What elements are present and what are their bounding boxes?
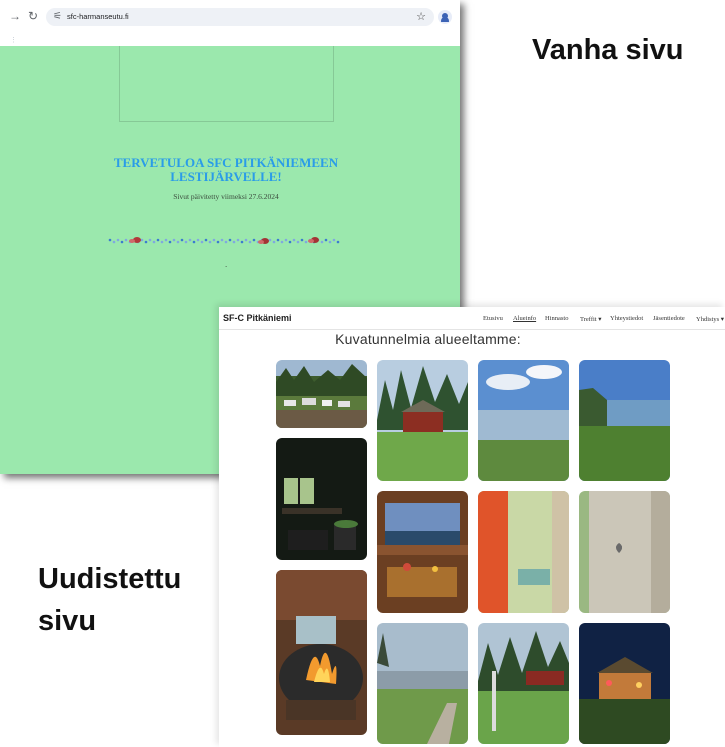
divider-dot (328, 240, 332, 244)
divider-dot (192, 240, 196, 244)
divider-dot (216, 240, 220, 244)
divider-dot (108, 238, 112, 242)
old-page-label: Vanha sivu (532, 34, 684, 66)
divider-dot (232, 240, 236, 244)
decorative-divider (108, 237, 340, 244)
nav-item-yhteystiedot[interactable]: Yhteystiedot (610, 315, 643, 322)
header-image-placeholder (119, 46, 334, 122)
divider-dot (152, 240, 156, 244)
divider-dot (200, 240, 204, 244)
photo-grey-outhouse-heart[interactable] (579, 491, 670, 613)
divider-dot (276, 238, 280, 242)
divider-dot (240, 240, 244, 244)
gallery-heading: Kuvatunnelmia alueeltamme: (335, 331, 521, 347)
divider-dot (156, 238, 160, 242)
profile-icon[interactable] (438, 10, 452, 24)
divider-dot (288, 240, 292, 244)
photo-cabins-smoke-lawn[interactable] (478, 623, 569, 744)
divider-dot (248, 240, 252, 244)
new-page-label-line2: sivu (38, 605, 97, 637)
divider-dot (140, 238, 144, 242)
divider-dot (204, 238, 208, 242)
nav-item-jasentiedote[interactable]: Jäsentiedote (653, 315, 685, 322)
divider-dot (300, 238, 304, 242)
photo-sauna-interior-window[interactable] (276, 438, 367, 560)
divider-dot (292, 238, 296, 242)
divider-dots (108, 238, 340, 244)
new-site-window: SF-C Pitkäniemi Etusivu Alueinfo Hinnast… (219, 307, 725, 747)
divider-dot (164, 238, 168, 242)
divider-dot (208, 240, 212, 244)
divider-dot (296, 240, 300, 244)
divider-dot (176, 240, 180, 244)
divider-dot (224, 240, 228, 244)
nav-item-yhdistys[interactable]: Yhdistys ▾ (696, 315, 724, 323)
bookmarks-strip: ⋮ (0, 36, 460, 46)
divider-dot (284, 238, 288, 242)
divider-dot (268, 238, 272, 242)
nav-item-hinnasto[interactable]: Hinnasto (545, 315, 568, 322)
photo-lake-shore-trees[interactable] (579, 360, 670, 481)
photo-lit-gazebo-night[interactable] (579, 623, 670, 744)
divider-dot (304, 240, 308, 244)
divider-dot (212, 238, 216, 242)
divider-dot (180, 238, 184, 242)
new-page-label-line1: Uudistettu (38, 563, 182, 595)
browser-toolbar: → ↻ ⚟ sfc-harmanseutu.fi ☆ (0, 0, 460, 36)
site-info-icon[interactable]: ⚟ (53, 11, 65, 23)
divider-dot (148, 238, 152, 242)
photo-lake-clouds[interactable] (478, 360, 569, 481)
butterfly-left-icon (129, 237, 141, 243)
old-title-line1: TERVETULOA SFC PITKÄNIEMEEN (113, 155, 339, 170)
divider-dot (196, 238, 200, 242)
divider-dot (120, 240, 124, 244)
divider-dot (332, 238, 336, 242)
divider-dot (228, 238, 232, 242)
divider-dot (272, 240, 276, 244)
divider-dot (184, 240, 188, 244)
divider-dot (236, 238, 240, 242)
reload-icon[interactable]: ↻ (26, 9, 40, 23)
brand-logo-text[interactable]: SF-C Pitkäniemi (223, 313, 292, 323)
back-arrow-icon[interactable]: → (8, 9, 22, 23)
strip-mark: ⋮ (10, 37, 17, 44)
photo-red-outhouse-door[interactable] (478, 491, 569, 613)
small-dot: . (225, 260, 228, 269)
divider-dot (160, 240, 164, 244)
old-title-line2: LESTIJÄRVELLE! (170, 169, 282, 184)
divider-dot (144, 240, 148, 244)
bookmark-star-icon[interactable]: ☆ (416, 10, 426, 24)
divider-dot (336, 240, 340, 244)
photo-campsite-caravans[interactable] (276, 360, 367, 428)
butterfly-right-icon (308, 237, 319, 243)
address-bar[interactable]: ⚟ sfc-harmanseutu.fi ☆ (46, 8, 434, 26)
photo-lake-evening-shore[interactable] (377, 623, 468, 744)
photo-grill-hut-fire[interactable] (276, 570, 367, 735)
url-text: sfc-harmanseutu.fi (67, 12, 129, 21)
divider-dot (112, 240, 116, 244)
photo-red-cabin-forest[interactable] (377, 360, 468, 481)
divider-dot (116, 238, 120, 242)
divider-dot (280, 240, 284, 244)
nav-item-etusivu[interactable]: Etusivu (483, 315, 503, 322)
divider-dot (324, 238, 328, 242)
nav-item-alueinfo[interactable]: Alueinfo (513, 315, 536, 322)
divider-dot (168, 240, 172, 244)
divider-dot (244, 238, 248, 242)
new-page-label: Uudistettu sivu (38, 558, 181, 642)
divider-dot (220, 238, 224, 242)
old-page-title: TERVETULOA SFC PITKÄNIEMEEN LESTIJÄRVELL… (95, 156, 357, 184)
nav-item-treffit[interactable]: Treffit ▾ (580, 315, 602, 323)
photo-gazebo-table-lake[interactable] (377, 491, 468, 613)
new-site-navbar: SF-C Pitkäniemi Etusivu Alueinfo Hinnast… (219, 307, 725, 330)
old-updated-text: Sivut päivitetty viimeksi 27.6.2024 (173, 192, 279, 201)
divider-dot (124, 238, 128, 242)
divider-dot (320, 240, 324, 244)
butterfly-middle-icon (258, 238, 269, 244)
divider-dot (252, 238, 256, 242)
divider-dot (188, 238, 192, 242)
divider-dot (172, 238, 176, 242)
